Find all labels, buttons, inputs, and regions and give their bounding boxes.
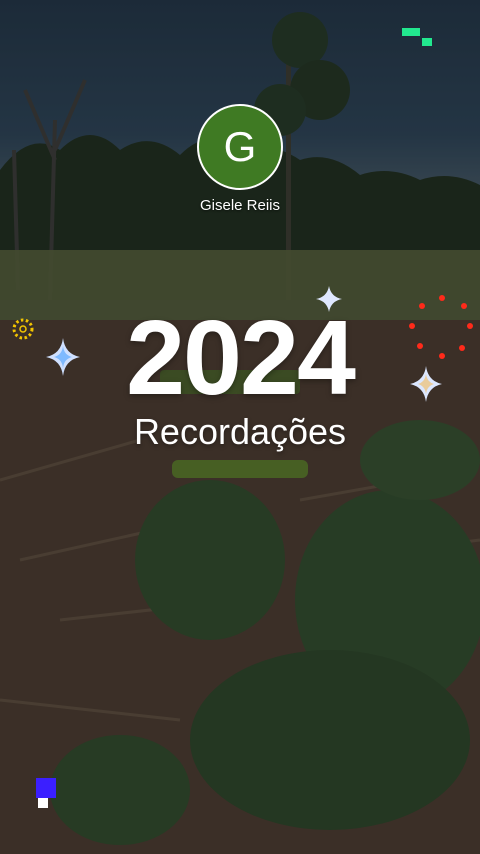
story-subtitle: Recordações <box>133 411 347 452</box>
pixel-squares-icon <box>36 778 56 808</box>
profile-name[interactable]: Gisele Reiis <box>0 197 480 214</box>
watermark-blob <box>172 460 308 478</box>
story-year-title: 2024 <box>126 299 356 417</box>
pixel-squares-icon <box>402 28 432 46</box>
avatar[interactable]: G <box>197 104 283 190</box>
